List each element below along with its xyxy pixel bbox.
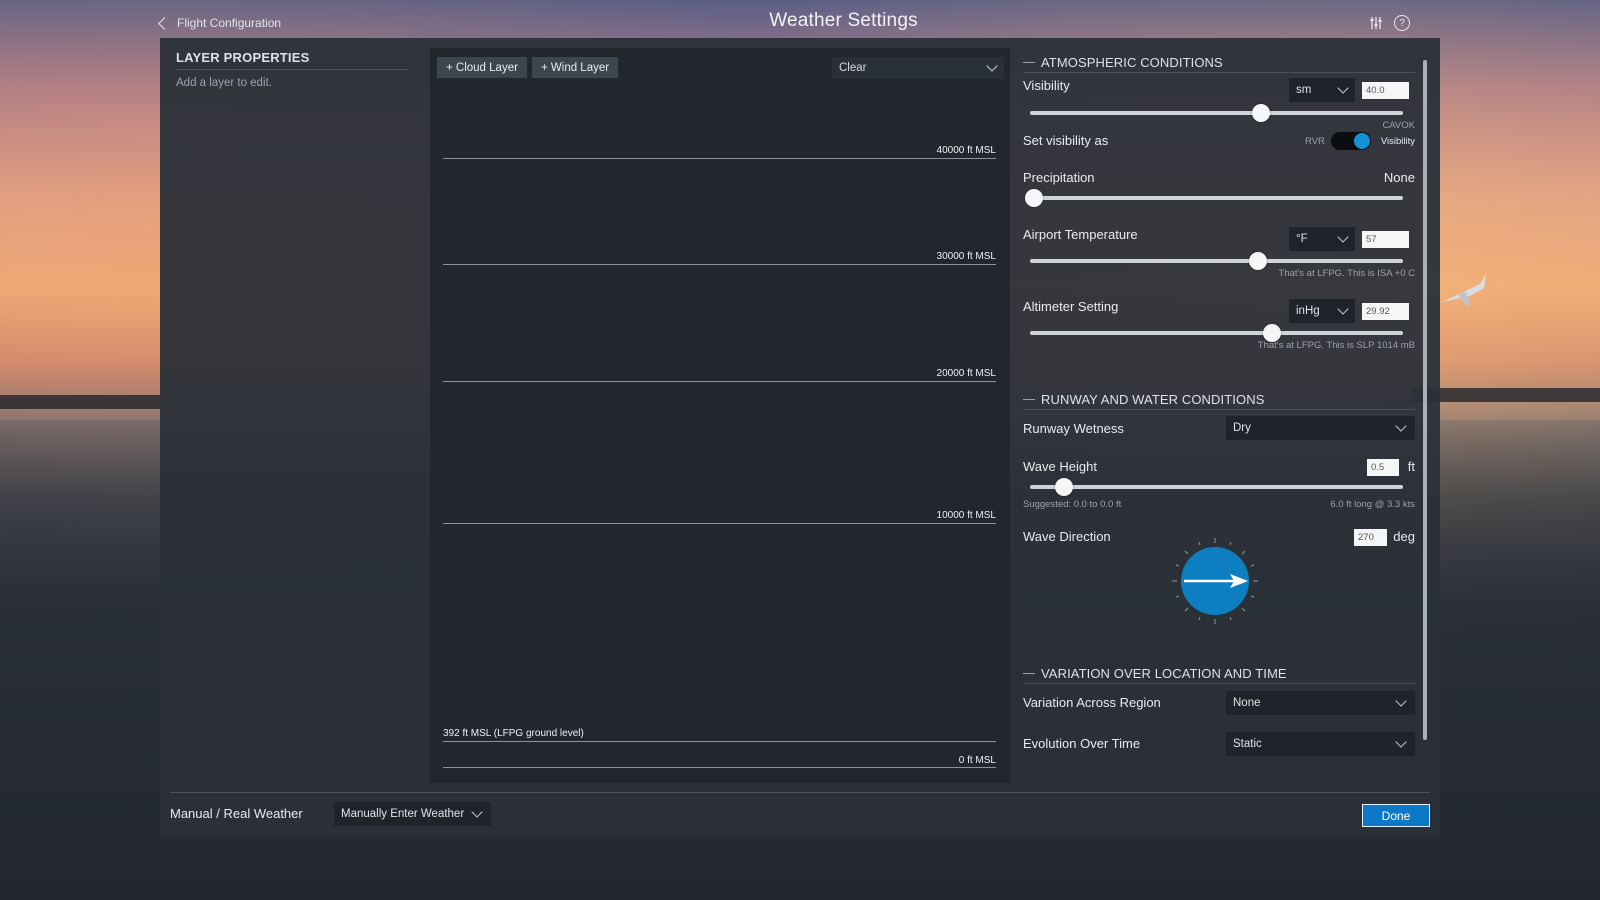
visibility-slider[interactable] — [1030, 104, 1403, 122]
temperature-note: That's at LFPG. This is ISA +0 C — [1278, 268, 1415, 279]
bottom-divider — [170, 792, 1430, 793]
chevron-down-icon — [1395, 736, 1407, 748]
visibility-mode-toggle[interactable] — [1331, 132, 1371, 150]
done-button[interactable]: Done — [1362, 804, 1430, 827]
variation-region-value: None — [1233, 697, 1261, 709]
add-wind-layer-button[interactable]: + Wind Layer — [532, 57, 619, 78]
temperature-unit-dropdown[interactable]: °F — [1289, 227, 1355, 251]
chevron-down-icon — [471, 806, 483, 818]
altitude-label-20000: 20000 ft MSL — [936, 368, 996, 379]
weather-preset-value: Clear — [839, 62, 867, 74]
ground-level-label: 392 ft MSL (LFPG ground level) — [443, 728, 584, 739]
wave-direction-label: Wave Direction — [1023, 529, 1111, 544]
layer-properties-panel: LAYER PROPERTIES Add a layer to edit. — [176, 50, 408, 89]
weather-mode-value: Manually Enter Weather — [341, 808, 465, 820]
temperature-label: Airport Temperature — [1023, 227, 1138, 242]
weather-mode-label: Manual / Real Weather — [170, 806, 303, 821]
variation-region-dropdown[interactable]: None — [1226, 691, 1415, 715]
altimeter-slider[interactable] — [1030, 324, 1403, 342]
wave-direction-compass[interactable] — [1170, 536, 1260, 626]
altitude-line-20000 — [443, 381, 996, 382]
wave-height-input[interactable]: 0.5 — [1367, 459, 1399, 476]
page-title: Weather Settings — [769, 10, 918, 31]
variation-section-header: VARIATION OVER LOCATION AND TIME — [1023, 665, 1415, 682]
runway-wetness-dropdown[interactable]: Dry — [1226, 416, 1415, 440]
visibility-cavok-note: CAVOK — [1382, 120, 1415, 131]
add-cloud-layer-button[interactable]: + Cloud Layer — [437, 57, 527, 78]
altitude-label-30000: 30000 ft MSL — [936, 251, 996, 262]
visibility-unit-value: sm — [1296, 84, 1312, 96]
temperature-slider-thumb[interactable] — [1248, 252, 1267, 270]
temperature-unit-value: °F — [1296, 233, 1308, 245]
altimeter-note: That's at LFPG. This is SLP 1014 mB — [1257, 340, 1415, 351]
chevron-down-icon — [1337, 231, 1349, 243]
background-horizon-left — [0, 395, 160, 409]
chevron-down-icon — [1337, 303, 1349, 315]
sliders-icon[interactable] — [1368, 15, 1384, 31]
precipitation-label: Precipitation — [1023, 170, 1095, 185]
wave-direction-input[interactable]: 270 — [1354, 529, 1387, 546]
set-visibility-label: Set visibility as — [1023, 133, 1109, 148]
atmospheric-section-header: ATMOSPHERIC CONDITIONS — [1023, 54, 1415, 71]
altitude-layer-graph[interactable]: + Cloud Layer + Wind Layer Clear 40000 f… — [430, 48, 1010, 783]
altimeter-unit-dropdown[interactable]: inHg — [1289, 299, 1355, 323]
altimeter-input[interactable]: 29.92 — [1362, 303, 1409, 320]
altitude-line-10000 — [443, 523, 996, 524]
layer-properties-title: LAYER PROPERTIES — [176, 50, 408, 70]
altimeter-unit-value: inHg — [1296, 305, 1320, 317]
precipitation-value: None — [1383, 170, 1415, 185]
visibility-unit-dropdown[interactable]: sm — [1289, 78, 1355, 102]
chevron-down-icon — [1395, 420, 1407, 432]
layer-properties-hint: Add a layer to edit. — [176, 77, 272, 89]
evolution-time-dropdown[interactable]: Static — [1226, 732, 1415, 756]
temperature-slider[interactable] — [1030, 252, 1403, 270]
altimeter-label: Altimeter Setting — [1023, 299, 1119, 314]
runway-water-section-header: RUNWAY AND WATER CONDITIONS — [1023, 391, 1415, 408]
variation-section-title: VARIATION OVER LOCATION AND TIME — [1041, 666, 1287, 681]
chevron-down-icon — [1395, 695, 1407, 707]
altitude-label-40000: 40000 ft MSL — [936, 145, 996, 156]
visibility-input[interactable]: 40.0 — [1362, 82, 1409, 99]
wave-height-slider-thumb[interactable] — [1054, 478, 1073, 496]
weather-mode-dropdown[interactable]: Manually Enter Weather — [334, 802, 491, 826]
weather-preset-dropdown[interactable]: Clear — [832, 57, 1004, 79]
ground-level-line — [443, 741, 996, 742]
precipitation-slider-thumb[interactable] — [1024, 189, 1043, 207]
temperature-input[interactable]: 57 — [1362, 231, 1409, 248]
runway-wetness-label: Runway Wetness — [1023, 421, 1124, 436]
wave-info: 6.0 ft long @ 3.3 kts — [1330, 499, 1415, 510]
wave-height-label: Wave Height — [1023, 459, 1097, 474]
altitude-line-30000 — [443, 264, 996, 265]
wave-height-unit: ft — [1407, 459, 1415, 474]
altitude-line-0 — [443, 767, 996, 768]
chevron-down-icon — [986, 60, 998, 72]
evolution-time-label: Evolution Over Time — [1023, 736, 1141, 751]
background-horizon-right — [1412, 388, 1600, 402]
help-icon[interactable]: ? — [1394, 15, 1410, 31]
visibility-option-label: Visibility — [1380, 136, 1415, 147]
aircraft-icon — [1442, 274, 1486, 306]
chevron-down-icon — [1337, 82, 1349, 94]
altitude-label-10000: 10000 ft MSL — [936, 510, 996, 521]
wave-direction-unit: deg — [1393, 529, 1415, 544]
atmospheric-section-title: ATMOSPHERIC CONDITIONS — [1041, 55, 1223, 70]
evolution-time-value: Static — [1233, 738, 1262, 750]
rvr-option-label: RVR — [1305, 136, 1325, 147]
altitude-line-40000 — [443, 158, 996, 159]
runway-water-section-title: RUNWAY AND WATER CONDITIONS — [1041, 392, 1265, 407]
visibility-label: Visibility — [1023, 78, 1070, 93]
runway-wetness-value: Dry — [1233, 422, 1251, 434]
variation-region-label: Variation Across Region — [1023, 695, 1161, 710]
precipitation-slider[interactable] — [1024, 189, 1403, 207]
wave-height-slider[interactable] — [1030, 478, 1403, 496]
panel-scrollbar[interactable] — [1423, 60, 1427, 740]
wave-height-suggested: Suggested: 0.0 to 0.0 ft — [1023, 499, 1122, 510]
altitude-label-0: 0 ft MSL — [958, 755, 996, 766]
